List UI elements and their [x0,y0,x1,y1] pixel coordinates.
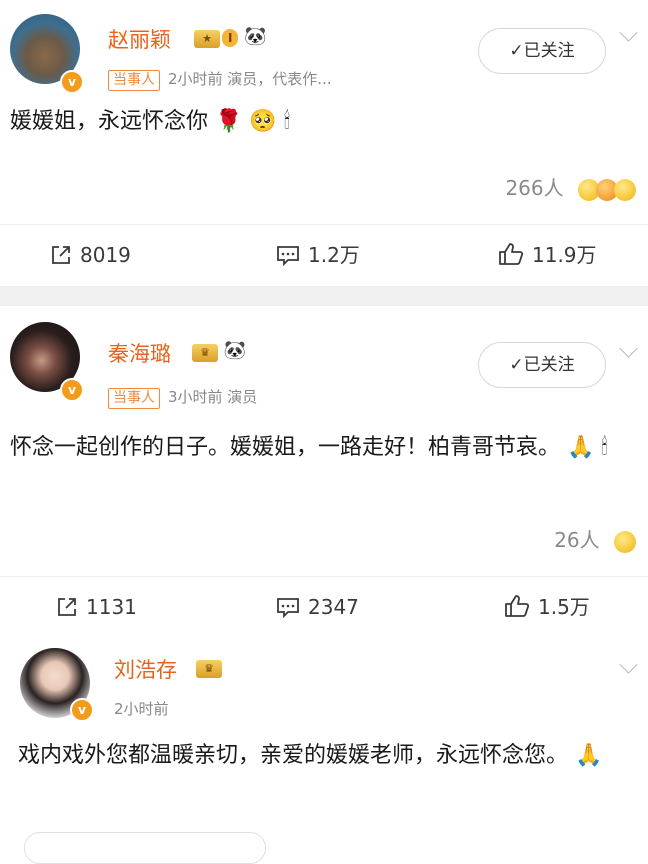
repost-count: 8019 [80,243,131,267]
crown-icon: ♛ [192,344,218,362]
user-name[interactable]: 刘浩存 [114,654,177,684]
pray-emoji-icon: 🙏 [567,435,595,460]
comment-count: 1.2万 [308,243,360,267]
thumbs-up-icon [505,595,530,617]
like-button[interactable]: 11.9万 [498,225,597,285]
comment-button[interactable]: 1.2万 [276,225,360,285]
following-button[interactable]: ✓已关注 [478,342,606,388]
candle-emoji-icon: 🕯 [283,109,291,134]
user-badges: ♛ 🐼 [192,340,246,362]
pleading-emoji-icon: 🥺 [249,109,277,134]
comment-button[interactable]: 2347 [276,577,359,637]
post-text-body: 戏内戏外您都温暖亲切，亲爱的媛媛老师，永远怀念您。 [18,743,569,768]
crown-icon: ♛ [196,660,222,678]
reaction-count: 26人 [554,528,600,552]
post-time: 3小时前 演员 [168,388,258,406]
tag-badge: 当事人 [108,388,160,409]
chevron-down-icon[interactable] [619,655,638,674]
level-badge: I [222,29,239,47]
verified-icon: v [60,378,84,402]
post-meta: 当事人 3小时前 演员 [108,386,257,409]
post-liuhaocun: v 刘浩存 ♛ 2小时前 戏内戏外您都温暖亲切，亲爱的媛媛老师，永远怀念您。 🙏 [0,636,648,845]
verified-icon: v [60,70,84,94]
repost-icon [52,246,70,264]
post-text-body: 媛媛姐，永远怀念你 [10,109,209,134]
like-count: 11.9万 [532,243,597,267]
following-button[interactable]: ✓已关注 [478,28,606,74]
repost-button[interactable]: 8019 [50,225,131,285]
like-button[interactable]: 1.5万 [504,577,590,637]
reaction-grin-icon [614,178,636,201]
post-divider [0,286,648,306]
post-meta: 2小时前 [114,698,169,719]
chevron-down-icon[interactable] [619,23,638,42]
comment-input-field[interactable] [24,832,266,864]
post-text-body: 怀念一起创作的日子。媛媛姐，一路走好！柏青哥节哀。 [10,435,561,460]
post-text: 媛媛姐，永远怀念你 🌹 🥺 🕯 [0,102,648,142]
post-text: 怀念一起创作的日子。媛媛姐，一路走好！柏青哥节哀。 🙏 🕯 [0,428,648,468]
user-name[interactable]: 秦海璐 [108,338,171,368]
pray-emoji-icon: 🙏 [575,743,603,768]
repost-button[interactable]: 1131 [56,577,137,637]
rose-emoji-icon: 🌹 [215,109,243,134]
post-qinhailu: v 秦海璐 ♛ 🐼 当事人 3小时前 演员 ✓已关注 怀念一起创作的日子。媛媛姐，… [0,306,648,636]
action-bar: 8019 1.2万 11.9万 [0,224,648,285]
comment-icon [277,246,299,267]
verified-icon: v [70,698,94,722]
panda-icon: 🐼 [244,26,267,47]
reaction-face-icon [614,530,636,553]
like-count: 1.5万 [538,595,590,619]
repost-icon [58,598,76,616]
repost-count: 1131 [86,595,137,619]
crown-icon: ★ [194,30,220,48]
post-time: 2小时前 [114,700,169,718]
comment-count: 2347 [308,595,359,619]
tag-badge: 当事人 [108,70,160,91]
post-text: 戏内戏外您都温暖亲切，亲爱的媛媛老师，永远怀念您。 🙏 [0,736,648,776]
user-badges: ★ I 🐼 [194,26,267,48]
panda-icon: 🐼 [223,340,247,361]
user-badges: ♛ [196,656,222,678]
comment-icon [277,598,299,619]
post-meta: 当事人 2小时前 演员，代表作... [108,68,332,91]
candle-emoji-icon: 🕯 [601,435,608,460]
reaction-summary[interactable]: 266人 [505,172,636,201]
post-time: 2小时前 演员，代表作... [168,70,332,88]
chevron-down-icon[interactable] [619,339,638,358]
thumbs-up-icon [499,243,524,265]
reaction-summary[interactable]: 26人 [554,524,636,553]
reaction-count: 266人 [505,176,564,200]
action-bar: 1131 2347 1.5万 [0,576,648,637]
post-zhaoliying: v 赵丽颖 ★ I 🐼 当事人 2小时前 演员，代表作... ✓已关注 媛媛姐，永远… [0,0,648,286]
user-name[interactable]: 赵丽颖 [108,24,171,54]
